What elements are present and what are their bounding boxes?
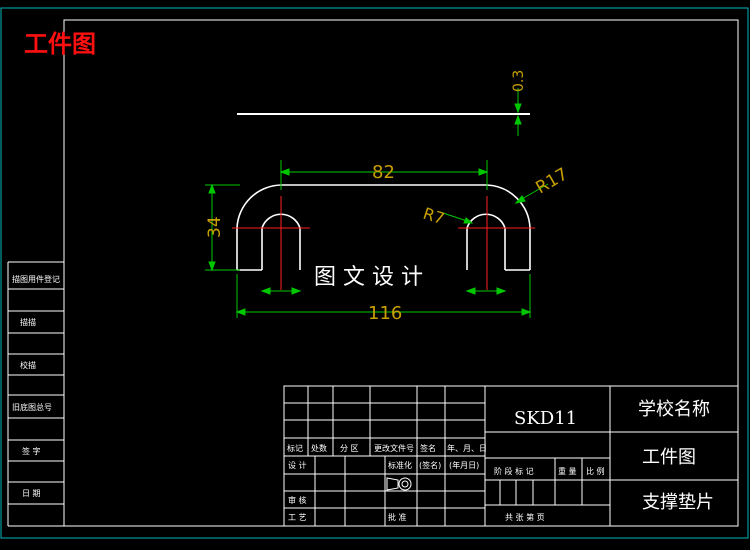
dimension-116-label: 116 <box>368 303 402 324</box>
header-zone: 分 区 <box>340 444 359 453</box>
row-design: 设 计 <box>288 460 307 470</box>
left-strip <box>7 261 64 527</box>
scale-header: 比 例 <box>586 466 605 476</box>
strip-label-trace: 描描 <box>20 317 36 327</box>
strip-label-sign: 签 字 <box>22 446 41 456</box>
dimension-82-label: 82 <box>372 162 395 183</box>
strip-label-check: 校描 <box>20 360 36 370</box>
header-date: 年、月、日 <box>447 443 487 453</box>
school-name: 学校名称 <box>638 399 710 420</box>
row-approve: 批 准 <box>388 512 407 522</box>
row-review: 审 核 <box>288 495 307 505</box>
radius-r17-label: R17 <box>533 164 572 198</box>
row-date-hint: (年月日) <box>449 460 479 470</box>
strip-label-date: 日 期 <box>22 489 41 498</box>
weight-header: 重 量 <box>558 466 577 476</box>
cad-drawing: 工件图 描图用件登记 描描 校描 旧底图总号 签 字 日 期 0.3 82 11… <box>0 7 749 539</box>
sheet-footer: 共 张 第 页 <box>505 512 545 522</box>
header-change-doc: 更改文件号 <box>374 443 414 453</box>
header-count: 处数 <box>311 443 327 453</box>
stage-mark-header: 阶 段 标 记 <box>494 466 534 476</box>
row-standardization: 标准化 <box>388 460 412 470</box>
header-signature: 签名 <box>420 443 436 453</box>
projection-symbol <box>386 477 412 491</box>
thickness-label: 0.3 <box>511 70 527 92</box>
material-label: SKD11 <box>514 408 577 429</box>
strip-label-register: 描图用件登记 <box>12 274 60 284</box>
header-mark: 标记 <box>287 443 303 453</box>
row-signature-hint: (签名) <box>419 460 441 470</box>
strip-label-old-number: 旧底图总号 <box>12 402 52 412</box>
corner-title: 工件图 <box>24 30 96 58</box>
dimension-34-label: 34 <box>205 216 225 238</box>
watermark-text: 图 文 设 计 <box>314 265 423 290</box>
row-process: 工 艺 <box>288 513 307 522</box>
thickness-dimension <box>514 88 522 136</box>
radius-r7-label: R7 <box>421 204 447 229</box>
part-name: 支撑垫片 <box>642 492 714 513</box>
drawing-type: 工件图 <box>642 447 696 468</box>
